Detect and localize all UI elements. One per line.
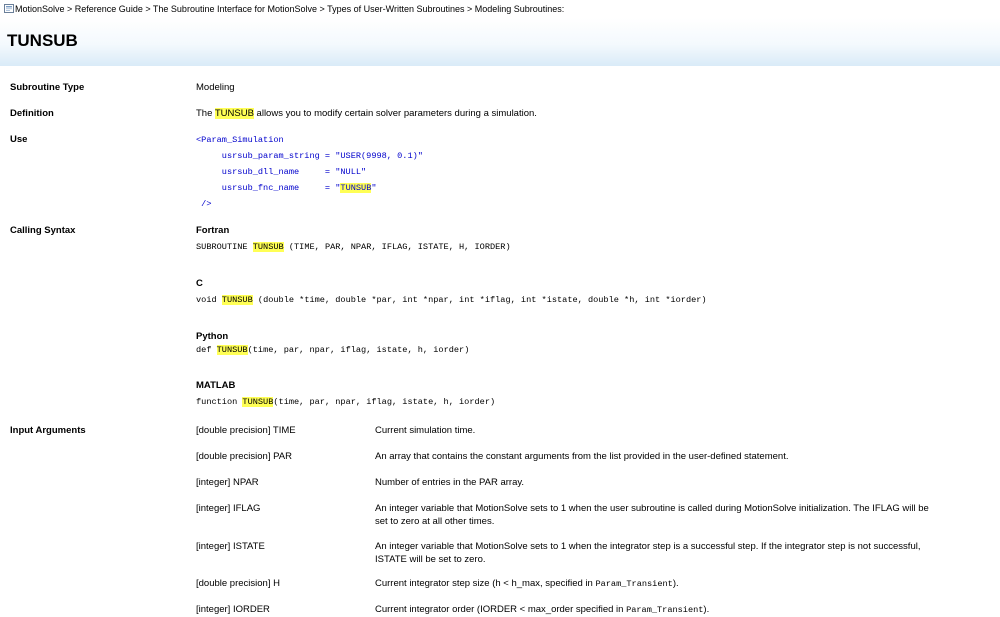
breadcrumb[interactable]: MotionSolve > Reference Guide > The Subr… — [15, 4, 564, 14]
arg-name-h: [double precision] H — [196, 578, 280, 589]
subroutine-type-value: Modeling — [196, 82, 235, 93]
search-highlight: TUNSUB — [242, 397, 274, 407]
input-arguments-label: Input Arguments — [10, 425, 86, 436]
c-heading: C — [196, 278, 203, 289]
arg-desc-h: Current integrator step size (h < h_max,… — [375, 578, 679, 589]
fortran-heading: Fortran — [196, 225, 230, 236]
arg-desc-time: Current simulation time. — [375, 425, 476, 436]
python-heading: Python — [196, 331, 229, 342]
calling-syntax-label: Calling Syntax — [10, 225, 76, 236]
matlab-syntax: function TUNSUB(time, par, npar, iflag, … — [196, 397, 496, 407]
definition-label: Definition — [10, 108, 54, 119]
search-highlight: TUNSUB — [252, 242, 284, 252]
use-code-line-2: usrsub_param_string = "USER(9998, 0.1)" — [196, 151, 423, 161]
definition-text: The TUNSUB allows you to modify certain … — [196, 108, 537, 119]
arg-desc-iorder: Current integrator order (IORDER < max_o… — [375, 604, 710, 615]
use-label: Use — [10, 134, 28, 145]
arg-desc-par: An array that contains the constant argu… — [375, 451, 789, 462]
arg-desc-npar: Number of entries in the PAR array. — [375, 477, 525, 488]
home-icon[interactable] — [4, 4, 14, 13]
breadcrumb-bar: MotionSolve > Reference Guide > The Subr… — [0, 0, 1000, 18]
search-highlight: TUNSUB — [214, 108, 254, 119]
arg-desc-iflag: An integer variable that MotionSolve set… — [375, 503, 929, 527]
search-highlight: TUNSUB — [221, 295, 253, 305]
arg-name-par: [double precision] PAR — [196, 451, 292, 462]
arg-name-iflag: [integer] IFLAG — [196, 503, 261, 514]
use-code-line-4: usrsub_fnc_name = "TUNSUB" — [196, 183, 377, 193]
arg-name-istate: [integer] ISTATE — [196, 541, 265, 552]
use-code-line-3: usrsub_dll_name = "NULL" — [196, 167, 367, 177]
use-code-line-5: /> — [196, 199, 212, 209]
fortran-syntax: SUBROUTINE TUNSUB (TIME, PAR, NPAR, IFLA… — [196, 242, 511, 252]
python-syntax: def TUNSUB(time, par, npar, iflag, istat… — [196, 345, 470, 355]
page-title: TUNSUB — [7, 31, 78, 50]
arg-name-npar: [integer] NPAR — [196, 477, 259, 488]
search-highlight: TUNSUB — [216, 345, 248, 355]
use-code-line-1: <Param_Simulation — [196, 135, 284, 145]
search-highlight: TUNSUB — [340, 183, 372, 193]
page-header: TUNSUB — [0, 18, 1000, 66]
c-syntax: void TUNSUB (double *time, double *par, … — [196, 295, 707, 305]
arg-desc-istate: An integer variable that MotionSolve set… — [375, 541, 921, 565]
subroutine-type-label: Subroutine Type — [10, 82, 85, 93]
arg-name-time: [double precision] TIME — [196, 425, 296, 436]
matlab-heading: MATLAB — [196, 380, 236, 391]
